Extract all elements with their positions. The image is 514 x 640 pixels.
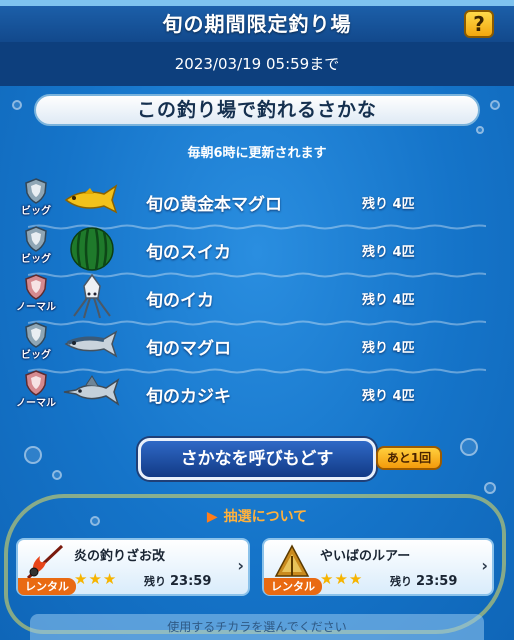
rarity-stars: ★★★: [320, 570, 364, 588]
page-title: 旬の期間限定釣り場: [162, 12, 352, 36]
fish-row: ビッグ 旬の黄金本マグロ 残り 4匹: [0, 178, 514, 230]
tuna-icon: [64, 330, 118, 358]
fish-name: 旬のマグロ: [146, 339, 231, 359]
rod-card[interactable]: やいばのルアー ★★★ 残り 23:59 › レンタル: [262, 538, 494, 596]
size-class-label: ノーマル: [16, 302, 56, 313]
size-badge: ビッグ: [12, 178, 60, 224]
catchable-fish-heading: この釣り場で釣れるさかな: [34, 94, 480, 126]
fish-remaining: 残り 4匹: [362, 245, 415, 260]
recall-remaining-badge: あと1回: [376, 446, 442, 470]
fish-name: 旬のカジキ: [146, 387, 231, 407]
fish-row: ノーマル 旬のイカ 残り 4匹: [0, 274, 514, 326]
bubble-decoration: [52, 470, 62, 480]
update-note: 毎朝6時に更新されます: [187, 146, 327, 161]
size-badge: ノーマル: [12, 274, 60, 320]
rod-time-remaining: 残り 23:59: [390, 573, 457, 589]
shield-icon: [25, 274, 47, 300]
header-bar: 旬の期間限定釣り場 ?: [0, 6, 514, 42]
size-badge: ビッグ: [12, 322, 60, 368]
golden-tuna-icon: [64, 184, 118, 214]
bubble-decoration: [12, 100, 22, 110]
size-badge: ビッグ: [12, 226, 60, 272]
fish-name: 旬のイカ: [146, 291, 214, 311]
rental-badge: レンタル: [264, 578, 322, 595]
play-arrow-icon: ▶: [206, 509, 218, 525]
fish-remaining: 残り 4匹: [362, 197, 415, 212]
fish-remaining: 残り 4匹: [362, 389, 415, 404]
shield-icon: [25, 226, 47, 252]
lottery-info-link[interactable]: ▶ 抽選について: [0, 506, 514, 526]
fish-row: ノーマル 旬のカジキ 残り 4匹: [0, 370, 514, 418]
size-class-label: ノーマル: [16, 398, 56, 409]
squid-icon: [73, 274, 111, 319]
bubble-decoration: [460, 438, 478, 456]
fish-name: 旬のスイカ: [146, 243, 231, 263]
fish-remaining: 残り 4匹: [362, 341, 415, 356]
chevron-right-icon: ›: [237, 556, 244, 575]
shield-icon: [25, 370, 47, 396]
bubble-decoration: [490, 100, 500, 110]
rod-time-label: 残り: [144, 575, 166, 588]
bubble-decoration: [476, 126, 484, 134]
blade-lure-icon: [274, 544, 310, 577]
watermelon-icon: [70, 227, 114, 271]
rod-card[interactable]: 炎の釣りざお改 ★★★ 残り 23:59 › レンタル: [16, 538, 250, 596]
fish-remaining: 残り 4匹: [362, 293, 415, 308]
rental-badge: レンタル: [18, 578, 76, 595]
size-class-label: ビッグ: [21, 206, 51, 217]
rarity-stars: ★★★: [74, 570, 118, 588]
rod-time-value: 23:59: [170, 574, 212, 589]
choose-power-prompt: 使用するチカラを選んでください: [30, 614, 484, 640]
rod-name: やいばのルアー: [320, 549, 411, 564]
recall-fish-button[interactable]: さかなを呼びもどす: [138, 438, 376, 480]
lottery-info-label: 抽選について: [223, 509, 308, 525]
rod-name: 炎の釣りざお改: [74, 549, 166, 564]
chevron-right-icon: ›: [481, 556, 488, 575]
rod-time-remaining: 残り 23:59: [144, 573, 211, 589]
bubble-decoration: [484, 482, 496, 494]
size-badge: ノーマル: [12, 370, 60, 416]
help-button[interactable]: ?: [464, 10, 494, 38]
shield-icon: [25, 322, 47, 348]
period-deadline: 2023/03/19 05:59まで: [0, 42, 514, 86]
fishing-area-panel: この釣り場で釣れるさかな 毎朝6時に更新されます ビッグ 旬の黄金本マグロ 残り…: [0, 86, 514, 640]
shield-icon: [25, 178, 47, 204]
rod-time-value: 23:59: [416, 574, 458, 589]
fish-name: 旬の黄金本マグロ: [146, 195, 282, 215]
flame-rod-icon: [26, 544, 64, 580]
marlin-icon: [63, 375, 120, 406]
size-class-label: ビッグ: [21, 254, 51, 265]
bubble-decoration: [24, 446, 42, 464]
size-class-label: ビッグ: [21, 350, 51, 361]
rod-time-label: 残り: [390, 575, 412, 588]
fish-row: ビッグ 旬のスイカ 残り 4匹: [0, 226, 514, 278]
fish-row: ビッグ 旬のマグロ 残り 4匹: [0, 322, 514, 374]
